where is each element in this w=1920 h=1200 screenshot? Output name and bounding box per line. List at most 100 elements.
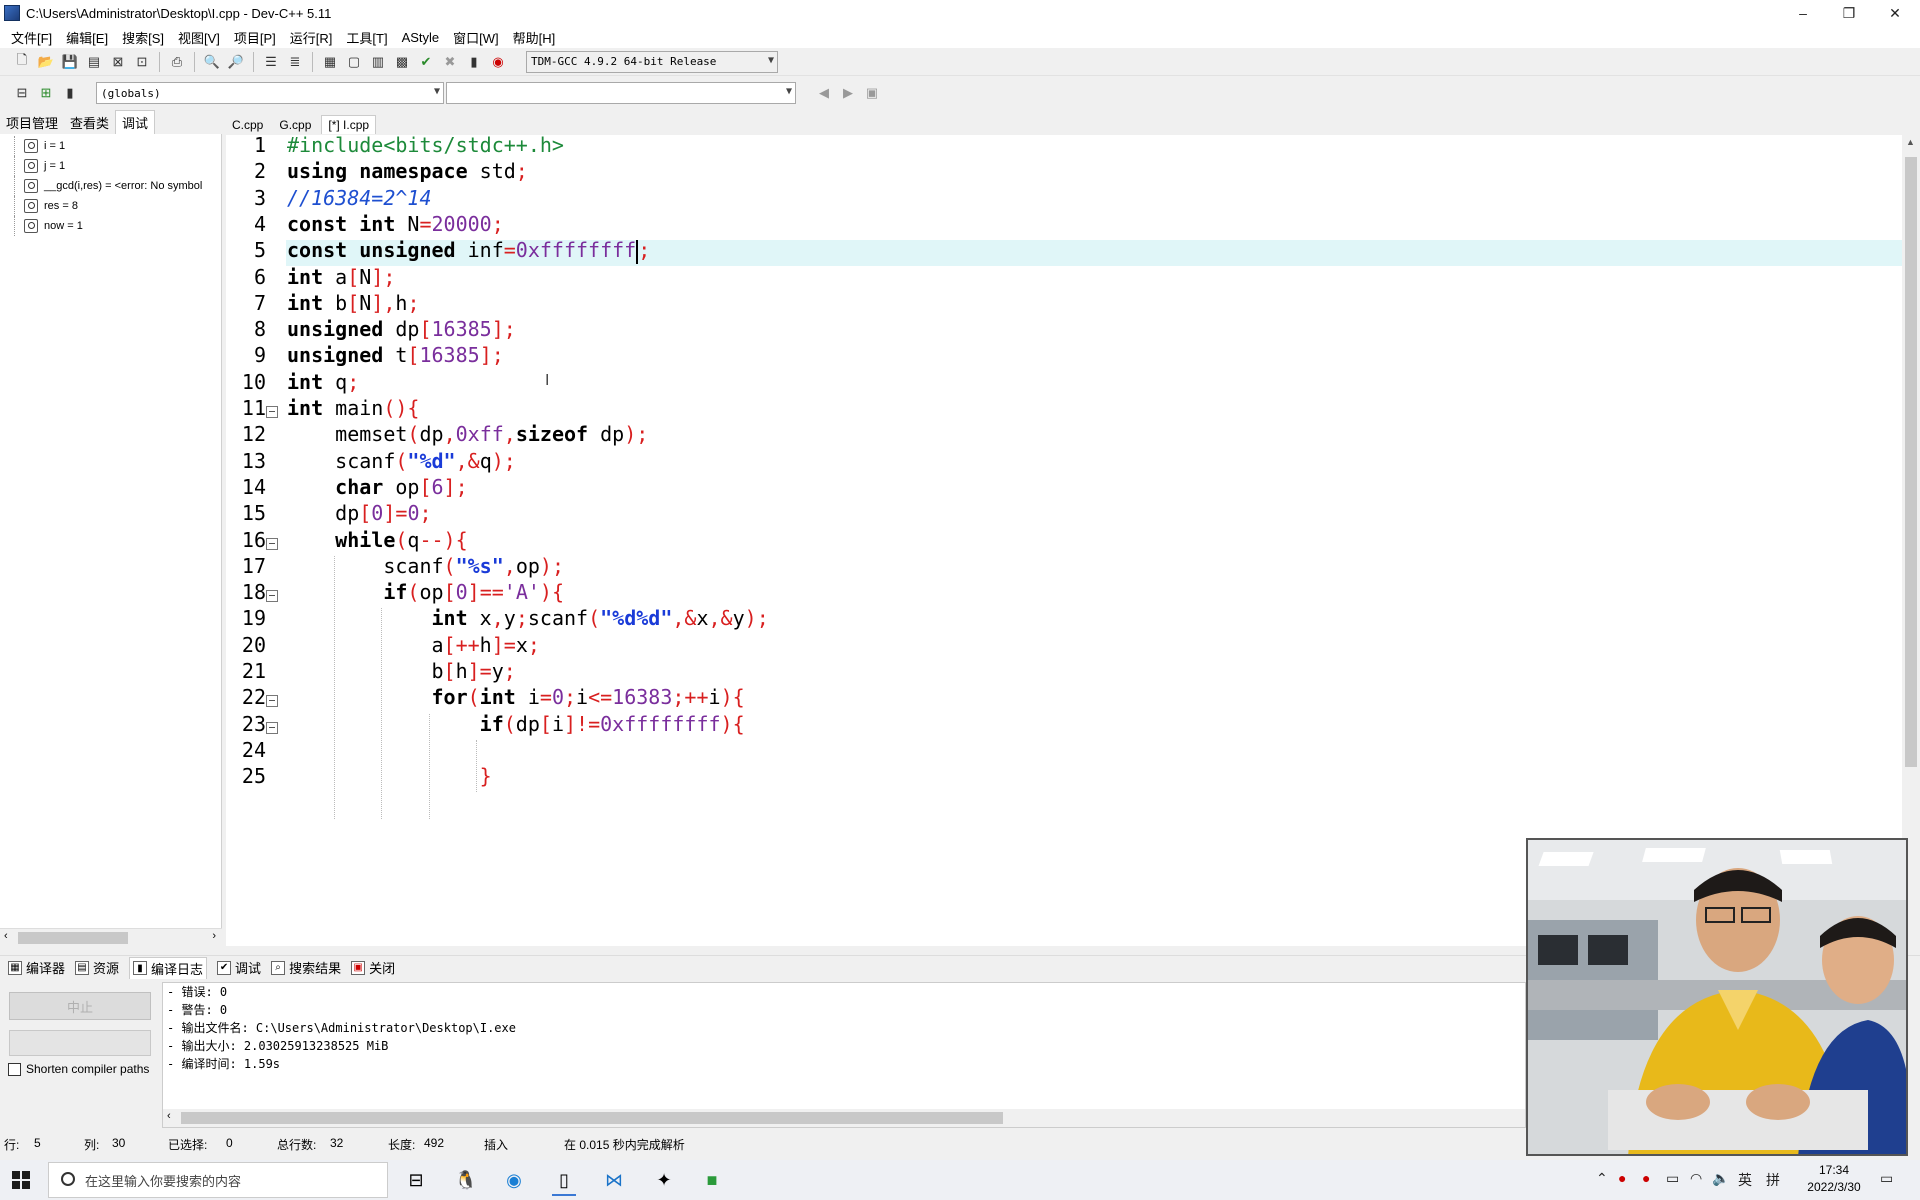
code-line[interactable]: int main(){ <box>287 395 419 421</box>
tab-compile-log[interactable]: ▮ 编译日志 <box>129 956 208 979</box>
code-line[interactable]: scanf("%d",&q); <box>287 448 516 474</box>
restore-button[interactable]: ❐ <box>1826 0 1872 26</box>
code-line[interactable]: #include<bits/stdc++.h> <box>287 135 564 158</box>
watch-item[interactable]: i = 1 <box>0 136 222 156</box>
fold-toggle-icon[interactable] <box>266 406 278 418</box>
code-line[interactable]: int b[N],h; <box>287 290 420 316</box>
menu-file[interactable]: 文件[F] <box>4 28 59 47</box>
compile-log[interactable]: - 错误: 0 - 警告: 0 - 输出文件名: C:\Users\Admini… <box>162 982 1526 1128</box>
tab-debug[interactable]: 调试 <box>115 110 156 134</box>
forward-icon[interactable]: ▶ <box>837 82 859 104</box>
menu-project[interactable]: 项目[P] <box>227 28 283 47</box>
open-file-icon[interactable]: 📂 <box>35 51 57 73</box>
menu-help[interactable]: 帮助[H] <box>506 28 563 47</box>
compile-icon[interactable]: ▦ <box>319 51 341 73</box>
code-line[interactable]: //16384=2^14 <box>287 185 432 211</box>
check-syntax-icon[interactable]: ✔ <box>415 51 437 73</box>
goto-bookmark-icon[interactable]: ▮ <box>59 82 81 104</box>
print-icon[interactable]: ⎙ <box>166 51 188 73</box>
tab-debug-output[interactable]: ✔ 调试 <box>217 958 261 977</box>
code-line[interactable]: int x,y;scanf("%d%d",&x,&y); <box>287 605 768 631</box>
fold-toggle-icon[interactable] <box>266 695 278 708</box>
code-line[interactable]: const int N=20000; <box>287 211 504 237</box>
ime-language-indicator[interactable]: 英 <box>1738 1170 1752 1190</box>
scrollbar-thumb[interactable] <box>18 932 128 944</box>
code-line[interactable]: using namespace std; <box>287 158 528 184</box>
indent-icon[interactable]: ☰ <box>260 51 282 73</box>
close-all-icon[interactable]: ⊡ <box>131 51 153 73</box>
code-line[interactable]: char op[6]; <box>287 474 467 500</box>
paint-icon[interactable]: ✦ <box>646 1164 682 1196</box>
fold-toggle-icon[interactable] <box>266 721 278 734</box>
devcpp-taskbar-icon[interactable]: ▯ <box>546 1164 582 1196</box>
editor-scrollbar[interactable]: ▲ <box>1902 135 1920 946</box>
tab-search-results[interactable]: ⌕ 搜索结果 <box>271 958 341 977</box>
edge-browser-icon[interactable]: ◉ <box>496 1164 532 1196</box>
fold-toggle-icon[interactable] <box>266 590 278 603</box>
abort-compilation-button[interactable]: 中止 <box>9 992 151 1020</box>
taskbar-clock[interactable]: 17:34 2022/3/30 <box>1794 1162 1874 1196</box>
watch-item[interactable]: res = 8 <box>0 196 222 216</box>
find-icon[interactable]: 🔍 <box>201 51 223 73</box>
save-icon[interactable]: 💾 <box>59 51 81 73</box>
wifi-icon[interactable]: ◠ <box>1690 1170 1702 1187</box>
watch-item[interactable]: __gcd(i,res) = <error: No symbol <box>0 176 222 196</box>
windows-start-icon[interactable] <box>12 1171 30 1189</box>
stop-execution-icon[interactable]: ✖ <box>439 51 461 73</box>
clion-icon[interactable]: ■ <box>694 1164 730 1196</box>
code-line[interactable]: while(q--){ <box>287 527 467 553</box>
watch-item[interactable]: j = 1 <box>0 156 222 176</box>
scroll-left-icon[interactable]: ‹ <box>167 1110 171 1122</box>
code-line[interactable]: int a[N]; <box>287 264 395 290</box>
qq-icon[interactable]: 🐧 <box>448 1164 484 1196</box>
left-panel-scrollbar[interactable]: ‹ › <box>0 928 222 946</box>
tray-expand-icon[interactable]: ⌃ <box>1596 1170 1608 1187</box>
scrollbar-thumb[interactable] <box>1905 157 1917 767</box>
compile-run-icon[interactable]: ▥ <box>367 51 389 73</box>
scroll-left-icon[interactable]: ‹ <box>4 930 8 942</box>
toggle-bookmark-icon[interactable]: ⊞ <box>35 82 57 104</box>
tab-project[interactable]: 项目管理 <box>0 111 64 134</box>
tab-resources[interactable]: ▤ 资源 <box>75 958 119 977</box>
fold-toggle-icon[interactable] <box>266 537 278 550</box>
code-line[interactable]: dp[0]=0; <box>287 500 431 526</box>
class-browser-icon[interactable]: ▣ <box>861 82 883 104</box>
tray-camera-icon[interactable]: ● <box>1642 1170 1650 1186</box>
compiler-select[interactable]: TDM-GCC 4.9.2 64-bit Release ▼ <box>526 50 778 73</box>
debug-icon[interactable]: ◉ <box>487 51 509 73</box>
code-line[interactable]: if(dp[i]!=0xffffffff){ <box>287 711 745 737</box>
code-line[interactable]: if(op[0]=='A'){ <box>287 579 564 605</box>
ime-mode-indicator[interactable]: 拼 <box>1766 1170 1780 1190</box>
close-file-icon[interactable]: ⊠ <box>107 51 129 73</box>
code-line[interactable]: a[++h]=x; <box>287 632 539 658</box>
tab-classes[interactable]: 查看类 <box>64 111 115 134</box>
menu-edit[interactable]: 编辑[E] <box>59 28 115 47</box>
notification-icon[interactable]: ▭ <box>1880 1170 1893 1187</box>
scroll-up-icon[interactable]: ▲ <box>1906 137 1915 147</box>
task-view-icon[interactable]: ⊟ <box>398 1164 434 1196</box>
menu-run[interactable]: 运行[R] <box>283 28 340 47</box>
back-icon[interactable]: ◀ <box>813 82 835 104</box>
symbol-select[interactable]: ▼ <box>446 82 796 104</box>
code-line[interactable]: const unsigned inf=0xffffffff; <box>287 237 650 264</box>
log-scrollbar[interactable]: ‹ <box>163 1109 1525 1127</box>
rebuild-icon[interactable]: ▩ <box>391 51 413 73</box>
code-line[interactable]: unsigned dp[16385]; <box>287 316 516 342</box>
vscode-icon[interactable]: ⋈ <box>596 1164 632 1196</box>
taskbar-search-box[interactable]: 在这里输入你要搜索的内容 <box>48 1162 388 1198</box>
code-line[interactable]: int q; <box>287 369 359 395</box>
code-line[interactable]: for(int i=0;i<=16383;++i){ <box>287 684 744 710</box>
insert-icon[interactable]: ⊟ <box>11 82 33 104</box>
scope-select[interactable]: (globals) ▼ <box>96 82 444 104</box>
code-line[interactable]: unsigned t[16385]; <box>287 342 504 368</box>
code-line[interactable]: b[h]=y; <box>287 658 515 684</box>
scrollbar-thumb[interactable] <box>181 1112 1003 1124</box>
scroll-right-icon[interactable]: › <box>212 930 216 942</box>
run-icon[interactable]: ▢ <box>343 51 365 73</box>
close-button[interactable]: ✕ <box>1872 0 1918 26</box>
code-line[interactable]: memset(dp,0xff,sizeof dp); <box>287 421 648 447</box>
menu-astyle[interactable]: AStyle <box>395 30 447 45</box>
menu-view[interactable]: 视图[V] <box>171 28 227 47</box>
tab-compiler[interactable]: ▦ 编译器 <box>8 958 65 977</box>
tab-i-cpp[interactable]: [*] I.cpp <box>321 115 377 134</box>
